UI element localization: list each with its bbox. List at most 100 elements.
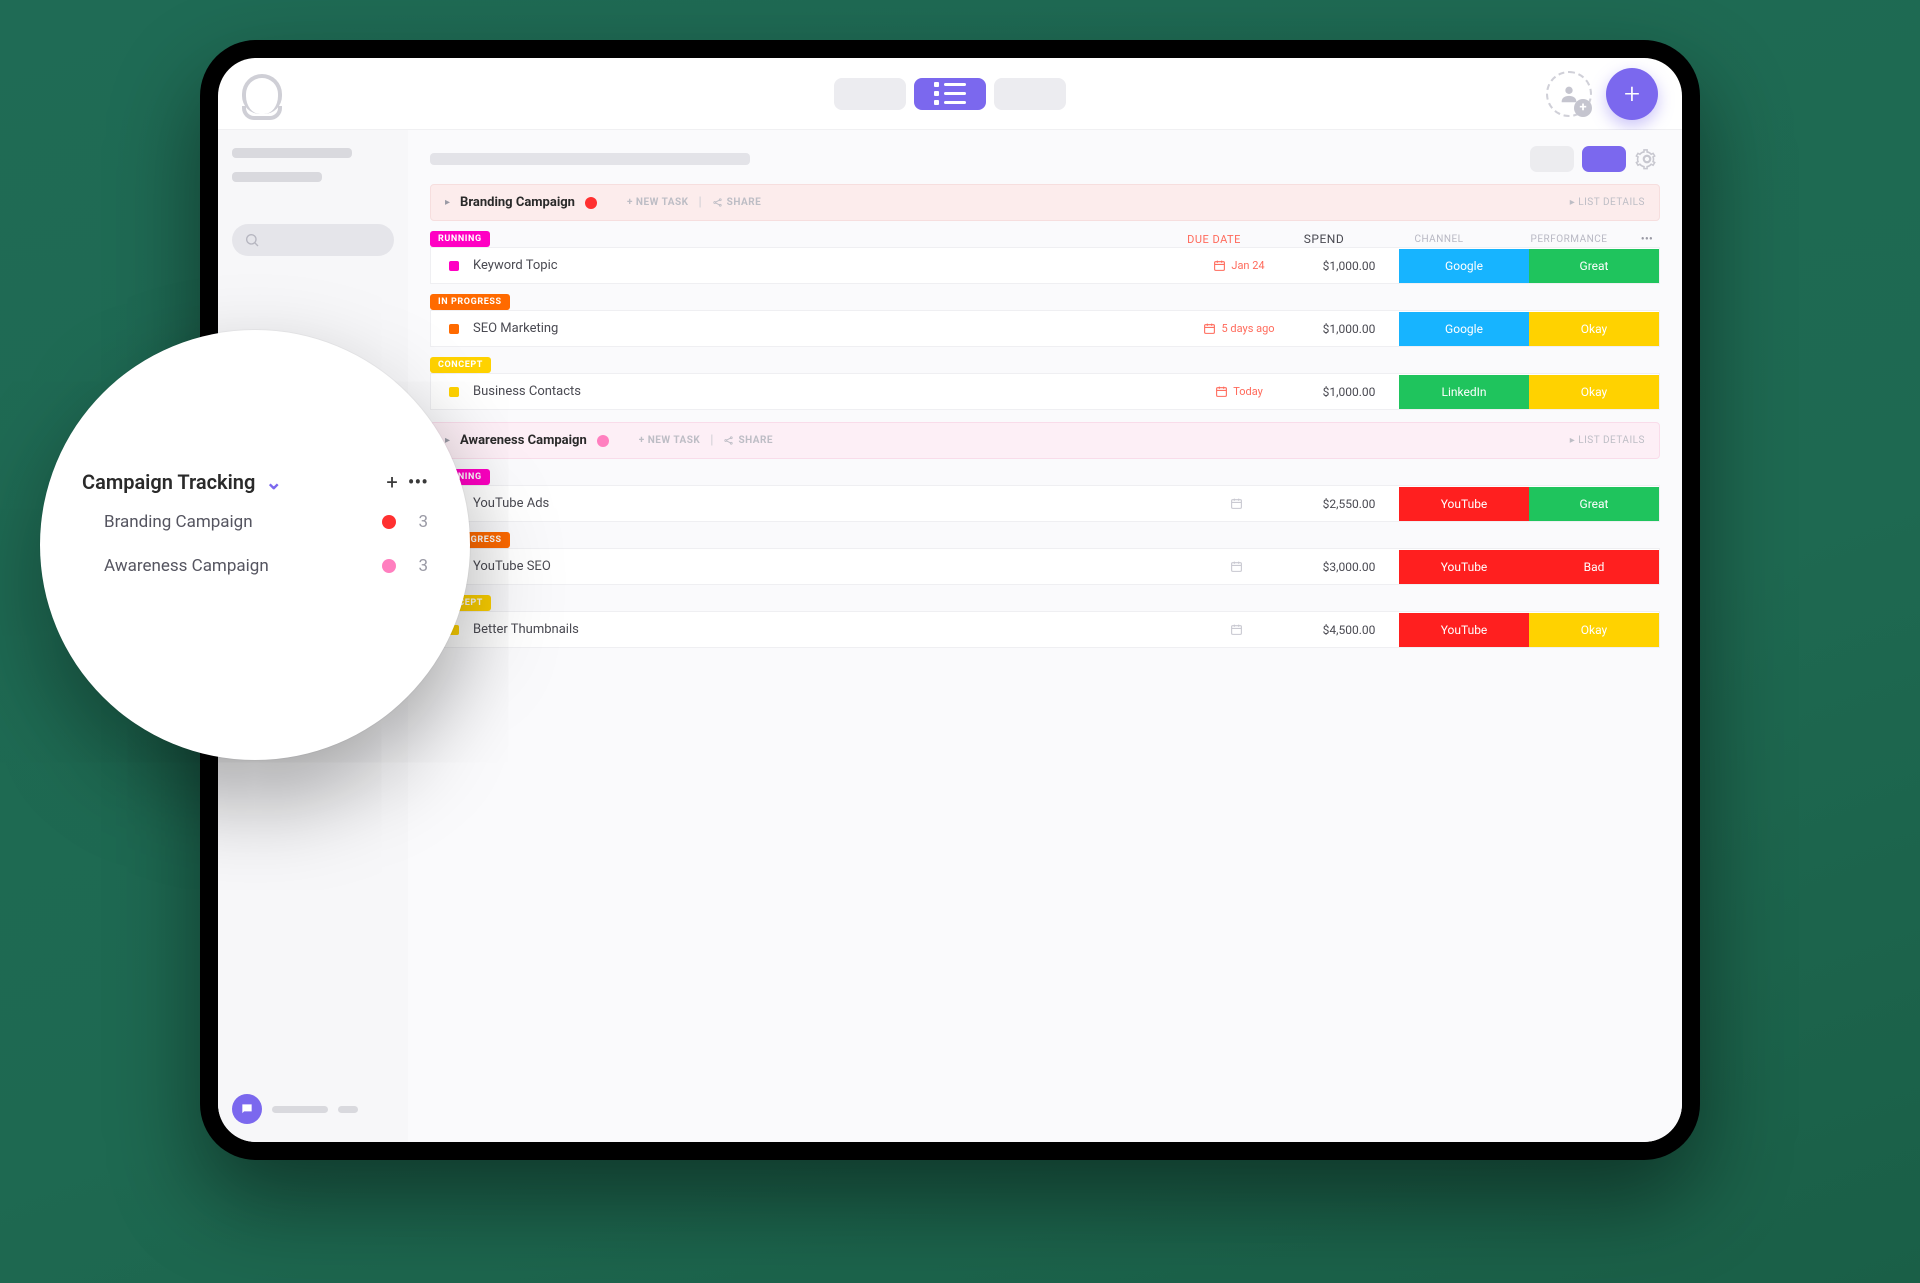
status-tag[interactable]: CONCEPT bbox=[430, 357, 491, 373]
sidebar-list-item[interactable]: Branding Campaign3 bbox=[82, 512, 428, 532]
list-count: 3 bbox=[418, 512, 428, 532]
task-channel[interactable]: YouTube bbox=[1399, 550, 1529, 584]
task-performance[interactable]: Bad bbox=[1529, 550, 1659, 584]
chat-icon bbox=[240, 1102, 254, 1116]
task-performance[interactable]: Okay bbox=[1529, 375, 1659, 409]
view-option-3[interactable] bbox=[994, 78, 1066, 110]
search-icon bbox=[244, 232, 260, 248]
task-performance[interactable]: Okay bbox=[1529, 312, 1659, 346]
invite-user-button[interactable]: + bbox=[1546, 71, 1592, 117]
task-name[interactable]: Better Thumbnails bbox=[473, 622, 579, 637]
header-toggle-2[interactable] bbox=[1582, 146, 1626, 172]
sidebar-footer bbox=[232, 1094, 394, 1124]
col-channel: CHANNEL bbox=[1374, 234, 1504, 245]
task-due[interactable] bbox=[1179, 497, 1299, 510]
list-color-dot bbox=[382, 515, 396, 529]
sidebar-zoom-bubble: Campaign Tracking ⌄ + ••• Branding Campa… bbox=[40, 330, 470, 760]
view-switcher bbox=[834, 78, 1066, 110]
new-task-button[interactable]: + NEW TASK bbox=[627, 197, 689, 208]
task-name[interactable]: YouTube Ads bbox=[473, 496, 549, 511]
task-row[interactable]: Business Contacts Today$1,000.00LinkedInO… bbox=[430, 373, 1660, 410]
group-title[interactable]: Branding Campaign bbox=[460, 195, 575, 210]
task-performance[interactable]: Okay bbox=[1529, 613, 1659, 647]
task-name[interactable]: Business Contacts bbox=[473, 384, 581, 399]
columns-more-button[interactable]: ••• bbox=[1634, 234, 1660, 245]
task-due[interactable] bbox=[1179, 560, 1299, 573]
share-icon bbox=[723, 435, 734, 446]
task-spend[interactable]: $1,000.00 bbox=[1299, 259, 1399, 273]
sidebar-skeleton bbox=[338, 1106, 358, 1113]
status-square-icon[interactable] bbox=[449, 387, 459, 397]
col-due: DUE DATE bbox=[1154, 233, 1274, 246]
share-button[interactable]: SHARE bbox=[712, 197, 762, 208]
chevron-right-icon[interactable]: ▸ bbox=[445, 197, 450, 208]
status-square-icon[interactable] bbox=[449, 261, 459, 271]
group-color-dot bbox=[585, 197, 597, 209]
task-due[interactable] bbox=[1179, 623, 1299, 636]
sidebar-list-item[interactable]: Awareness Campaign3 bbox=[82, 556, 428, 576]
task-spend[interactable]: $2,550.00 bbox=[1299, 497, 1399, 511]
status-tag[interactable]: RUNNING bbox=[430, 231, 490, 247]
calendar-icon bbox=[1203, 322, 1216, 335]
title-skeleton bbox=[430, 153, 750, 165]
task-due[interactable]: Jan 24 bbox=[1179, 259, 1299, 272]
chat-button[interactable] bbox=[232, 1094, 262, 1124]
search-input[interactable] bbox=[232, 224, 394, 256]
col-spend: SPEND bbox=[1274, 232, 1374, 246]
calendar-icon bbox=[1230, 497, 1243, 510]
list-details-button[interactable]: ▸ LIST DETAILS bbox=[1570, 197, 1645, 208]
view-option-list[interactable] bbox=[914, 78, 986, 110]
space-more-button[interactable]: ••• bbox=[408, 470, 428, 494]
status-row: CONCEPT bbox=[430, 595, 1660, 611]
task-channel[interactable]: Google bbox=[1399, 312, 1529, 346]
col-performance: PERFORMANCE bbox=[1504, 234, 1634, 245]
sidebar-skeleton bbox=[232, 148, 352, 158]
list-color-dot bbox=[382, 559, 396, 573]
create-button[interactable]: + bbox=[1606, 68, 1658, 120]
group-color-dot bbox=[597, 435, 609, 447]
calendar-icon bbox=[1215, 385, 1228, 398]
task-spend[interactable]: $1,000.00 bbox=[1299, 385, 1399, 399]
task-spend[interactable]: $3,000.00 bbox=[1299, 560, 1399, 574]
task-due[interactable]: Today bbox=[1179, 385, 1299, 398]
task-channel[interactable]: LinkedIn bbox=[1399, 375, 1529, 409]
chevron-right-icon[interactable]: ▸ bbox=[445, 435, 450, 446]
add-list-button[interactable]: + bbox=[386, 470, 397, 494]
task-spend[interactable]: $1,000.00 bbox=[1299, 322, 1399, 336]
header-toggle-1[interactable] bbox=[1530, 146, 1574, 172]
task-name[interactable]: Keyword Topic bbox=[473, 258, 558, 273]
task-row[interactable]: YouTube SEO $3,000.00YouTubeBad bbox=[430, 548, 1660, 585]
group-header: ▸Branding Campaign+ NEW TASK| SHARE▸ LIS… bbox=[430, 184, 1660, 221]
status-square-icon[interactable] bbox=[449, 324, 459, 334]
task-channel[interactable]: YouTube bbox=[1399, 613, 1529, 647]
sidebar-skeleton bbox=[232, 172, 322, 182]
status-tag[interactable]: IN PROGRESS bbox=[430, 294, 510, 310]
status-row: RUNNING DUE DATESPENDCHANNELPERFORMANCE••… bbox=[430, 231, 1660, 247]
task-performance[interactable]: Great bbox=[1529, 487, 1659, 521]
view-option-1[interactable] bbox=[834, 78, 906, 110]
task-name[interactable]: YouTube SEO bbox=[473, 559, 551, 574]
task-row[interactable]: YouTube Ads $2,550.00YouTubeGreat bbox=[430, 485, 1660, 522]
task-row[interactable]: Better Thumbnails $4,500.00YouTubeOkay bbox=[430, 611, 1660, 648]
task-due[interactable]: 5 days ago bbox=[1179, 322, 1299, 335]
task-channel[interactable]: Google bbox=[1399, 249, 1529, 283]
task-name[interactable]: SEO Marketing bbox=[473, 321, 558, 336]
main-content: ▸Branding Campaign+ NEW TASK| SHARE▸ LIS… bbox=[408, 130, 1682, 1142]
app-logo-icon[interactable] bbox=[242, 74, 282, 114]
task-row[interactable]: Keyword Topic Jan 24$1,000.00GoogleGreat bbox=[430, 247, 1660, 284]
group-title[interactable]: Awareness Campaign bbox=[460, 433, 587, 448]
space-title[interactable]: Campaign Tracking bbox=[82, 470, 255, 494]
chevron-down-icon[interactable]: ⌄ bbox=[265, 470, 282, 494]
task-spend[interactable]: $4,500.00 bbox=[1299, 623, 1399, 637]
task-row[interactable]: SEO Marketing 5 days ago$1,000.00GoogleOk… bbox=[430, 310, 1660, 347]
status-row: IN PROGRESS bbox=[430, 532, 1660, 548]
plus-badge-icon: + bbox=[1574, 99, 1592, 117]
calendar-icon bbox=[1230, 560, 1243, 573]
new-task-button[interactable]: + NEW TASK bbox=[639, 435, 701, 446]
task-performance[interactable]: Great bbox=[1529, 249, 1659, 283]
share-button[interactable]: SHARE bbox=[723, 435, 773, 446]
status-row: RUNNING bbox=[430, 469, 1660, 485]
list-details-button[interactable]: ▸ LIST DETAILS bbox=[1570, 435, 1645, 446]
settings-icon[interactable] bbox=[1634, 146, 1660, 172]
task-channel[interactable]: YouTube bbox=[1399, 487, 1529, 521]
